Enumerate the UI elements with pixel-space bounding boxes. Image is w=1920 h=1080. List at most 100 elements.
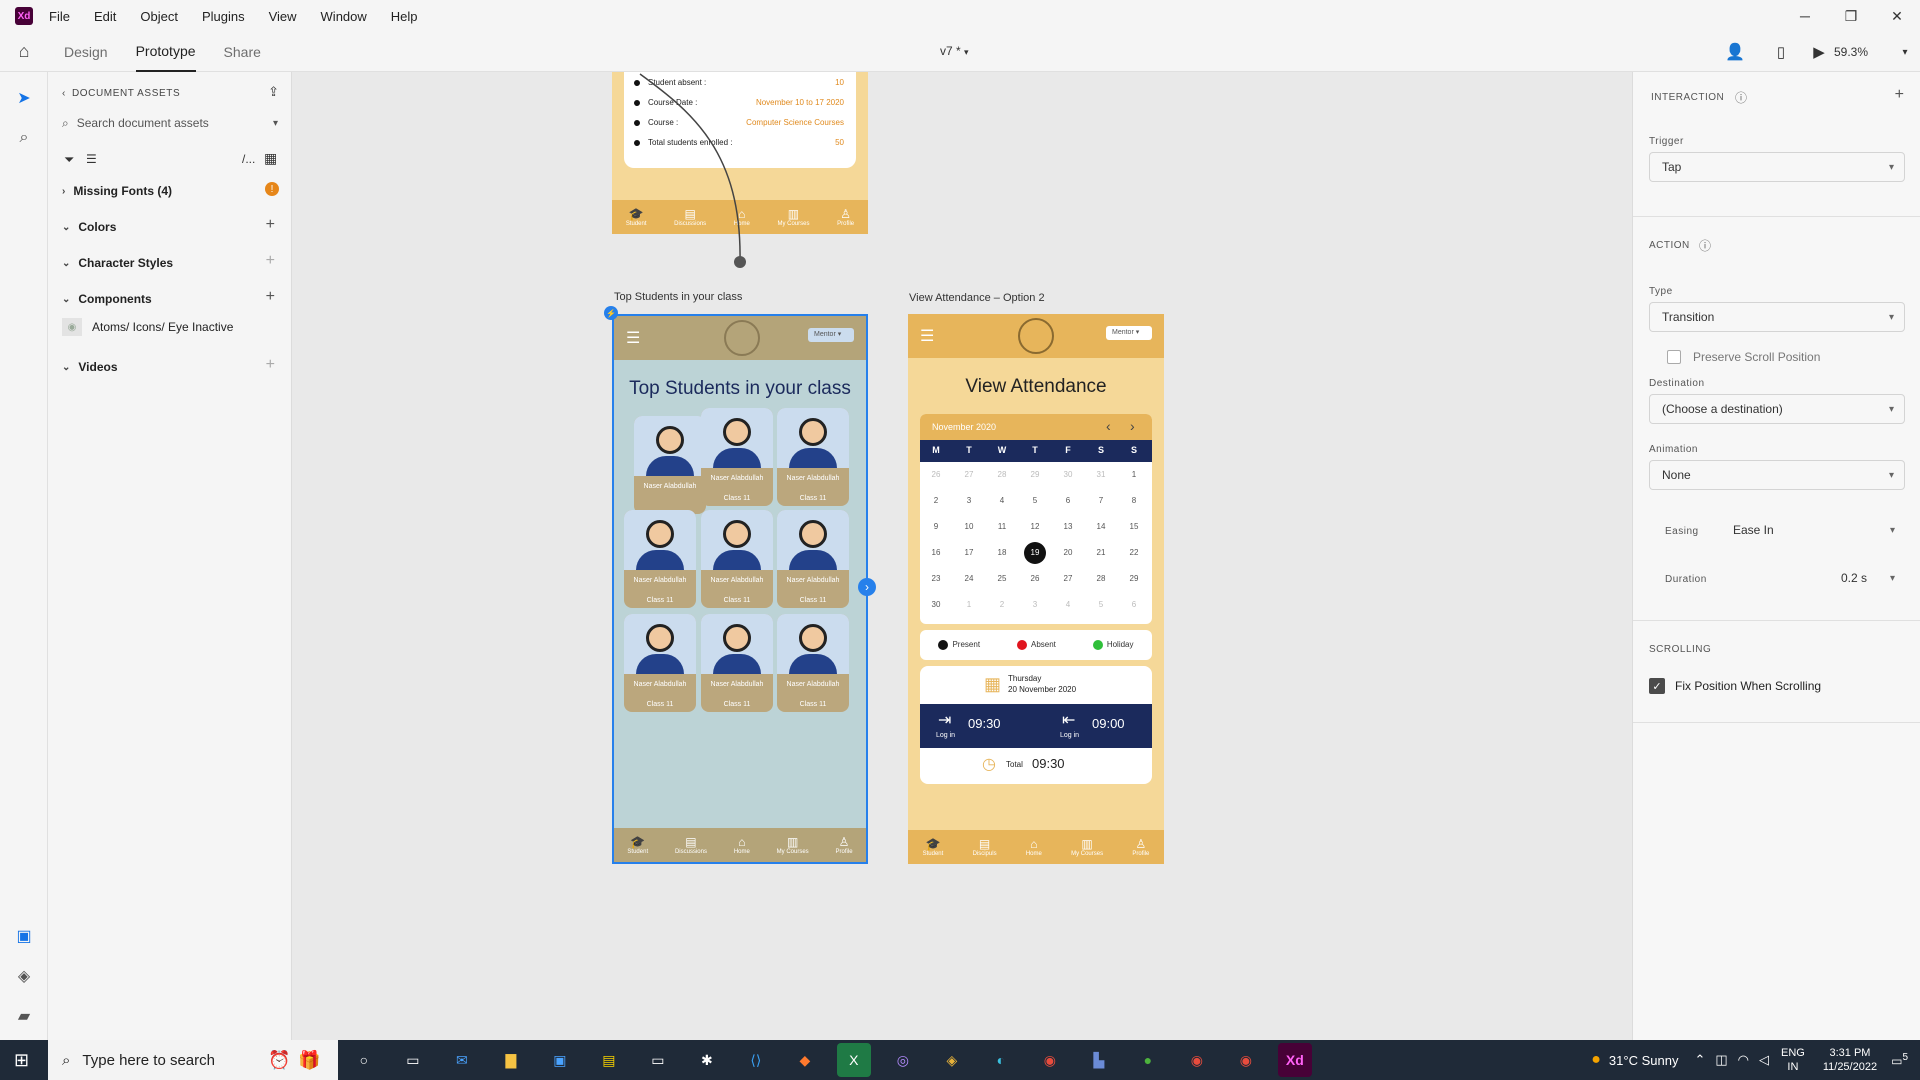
list-view-toggle[interactable]: /... (242, 152, 255, 166)
easing-select[interactable]: Ease In ▾ (1721, 516, 1905, 544)
calendar-day[interactable]: 2 (922, 496, 950, 505)
nav-courses[interactable]: ▥ My Courses (777, 835, 809, 855)
plugins-icon[interactable]: ▰ (12, 1004, 36, 1028)
assets-icon[interactable]: ▣ (12, 924, 36, 948)
calendar-day[interactable]: 11 (988, 522, 1016, 531)
student-card[interactable]: Naser Alabdullah (634, 416, 706, 514)
assets-search[interactable]: ⌕ Search document assets ▾ (62, 112, 278, 134)
flow-arrow-icon[interactable]: › (858, 578, 876, 596)
hamburger-icon[interactable]: ☰ (920, 326, 934, 346)
calendar-day[interactable]: 6 (1120, 600, 1148, 609)
search-dropdown-icon[interactable]: ▾ (273, 118, 278, 129)
info-icon[interactable]: ⓘ (1735, 89, 1747, 106)
language-indicator[interactable]: ENG IN (1781, 1046, 1805, 1074)
device-preview-icon[interactable]: ▯ (1758, 43, 1804, 61)
animation-select[interactable]: None ▾ (1649, 460, 1905, 490)
calendar-day[interactable]: 25 (988, 574, 1016, 583)
section-colors[interactable]: ⌄ Colors (62, 220, 116, 234)
menu-edit[interactable]: Edit (94, 9, 116, 24)
student-card[interactable]: Naser Alabdullah Class 11 (624, 510, 696, 608)
nav-discussions[interactable]: ▤ Discussions (675, 835, 707, 855)
volume-icon[interactable]: ◁ (1759, 1052, 1769, 1068)
calendar-day[interactable]: 20 (1054, 548, 1082, 557)
calendar-day[interactable]: 17 (955, 548, 983, 557)
student-card[interactable]: Naser Alabdullah Class 11 (777, 408, 849, 506)
calendar-day[interactable]: 19 (1024, 542, 1046, 564)
user-icon[interactable]: 👤 (1712, 42, 1758, 62)
git-icon[interactable]: ◈ (935, 1043, 969, 1077)
calendar-day[interactable]: 3 (1021, 600, 1049, 609)
calendar-day[interactable]: 29 (1021, 470, 1049, 479)
calendar-day[interactable]: 31 (1087, 470, 1115, 479)
calendar-day[interactable]: 30 (922, 600, 950, 609)
notification-icon[interactable]: ▭5 (1891, 1052, 1908, 1068)
calendar-day[interactable]: 10 (955, 522, 983, 531)
add-component-icon[interactable]: + (266, 288, 275, 306)
filter-icon[interactable]: ⏷ (64, 152, 74, 168)
back-chevron-icon[interactable]: ‹ (62, 88, 66, 99)
trigger-select[interactable]: Tap ▾ (1649, 152, 1905, 182)
calendar-day[interactable]: 14 (1087, 522, 1115, 531)
hamburger-icon[interactable]: ☰ (626, 328, 640, 348)
nav-student[interactable]: 🎓 Student (627, 835, 648, 855)
student-card[interactable]: Naser Alabdullah Class 11 (624, 614, 696, 712)
calendar-day[interactable]: 5 (1087, 600, 1115, 609)
nav-home[interactable]: ⌂ Home (734, 835, 750, 855)
tab-prototype[interactable]: Prototype (135, 32, 196, 72)
task-view-icon[interactable]: ▭ (396, 1043, 430, 1077)
store-icon[interactable]: ▣ (543, 1043, 577, 1077)
add-video-icon[interactable]: + (266, 356, 275, 374)
calendar-day[interactable]: 28 (988, 470, 1016, 479)
nav-courses[interactable]: ▥ My Courses (1071, 837, 1103, 857)
menu-object[interactable]: Object (140, 9, 178, 24)
student-card[interactable]: Naser Alabdullah Class 11 (777, 614, 849, 712)
mentor-dropdown[interactable]: Mentor ▾ (808, 328, 854, 342)
adobe-xd-icon[interactable]: Xd (1277, 1043, 1312, 1077)
tray-chevron-icon[interactable]: ⌃ (1694, 1052, 1705, 1068)
calendar-day[interactable]: 2 (988, 600, 1016, 609)
preserve-scroll-checkbox[interactable]: Preserve Scroll Position (1667, 350, 1820, 364)
calendar-day[interactable]: 9 (922, 522, 950, 531)
chrome-profile-2-icon[interactable]: ◉ (1229, 1043, 1263, 1077)
home-icon[interactable]: ⌂ (0, 41, 48, 62)
calendar-day[interactable]: 1 (955, 600, 983, 609)
artboard-view-attendance[interactable]: ☰ Mentor ▾ View Attendance November 2020… (908, 314, 1164, 864)
artboard-label-students[interactable]: Top Students in your class (614, 291, 742, 303)
canvas[interactable]: Student absent :10 Course Date : November … (292, 72, 1632, 1040)
calendar-day[interactable]: 7 (1087, 496, 1115, 505)
sort-icon[interactable]: ☰ (86, 152, 97, 166)
calendar-day[interactable]: 30 (1054, 470, 1082, 479)
export-icon[interactable]: ⇪ (268, 84, 279, 100)
calendar-day[interactable]: 22 (1120, 548, 1148, 557)
add-character-style-icon[interactable]: + (266, 252, 275, 270)
menu-plugins[interactable]: Plugins (202, 9, 245, 24)
chrome-icon[interactable]: ◉ (1033, 1043, 1067, 1077)
add-interaction-icon[interactable]: + (1895, 86, 1904, 104)
taskbar-search[interactable]: ⌕ Type here to search (48, 1040, 338, 1080)
nav-home[interactable]: ⌂ Home (1026, 837, 1042, 857)
calendar-day[interactable]: 24 (955, 574, 983, 583)
calendar-day[interactable]: 4 (988, 496, 1016, 505)
student-card[interactable]: Naser Alabdullah Class 11 (701, 510, 773, 608)
minimize-icon[interactable]: ─ (1782, 0, 1828, 32)
play-icon[interactable]: ▶ (1804, 43, 1834, 61)
add-color-icon[interactable]: + (266, 216, 275, 234)
calendar-day[interactable]: 27 (955, 470, 983, 479)
nav-profile[interactable]: ♙ Profile (1132, 837, 1149, 857)
duration-select[interactable]: 0.2 s ▾ (1829, 564, 1905, 592)
tab-share[interactable]: Share (224, 32, 261, 72)
calendar-day[interactable]: 1 (1120, 470, 1148, 479)
section-videos[interactable]: ⌄ Videos (62, 360, 118, 374)
layers-icon[interactable]: ◈ (12, 964, 36, 988)
terminal-icon[interactable]: ▭ (641, 1043, 675, 1077)
document-title[interactable]: v7 * ▾ (940, 44, 969, 58)
tab-design[interactable]: Design (64, 32, 108, 72)
restore-icon[interactable]: ❐ (1828, 0, 1874, 32)
weather-text[interactable]: 31°C Sunny (1609, 1053, 1679, 1068)
calendar-day[interactable]: 26 (922, 470, 950, 479)
calendar-day[interactable]: 6 (1054, 496, 1082, 505)
menu-file[interactable]: File (49, 9, 70, 24)
calendar-day[interactable]: 3 (955, 496, 983, 505)
zoom-chevron-icon[interactable]: ▾ (1890, 47, 1920, 58)
calendar-day[interactable]: 18 (988, 548, 1016, 557)
